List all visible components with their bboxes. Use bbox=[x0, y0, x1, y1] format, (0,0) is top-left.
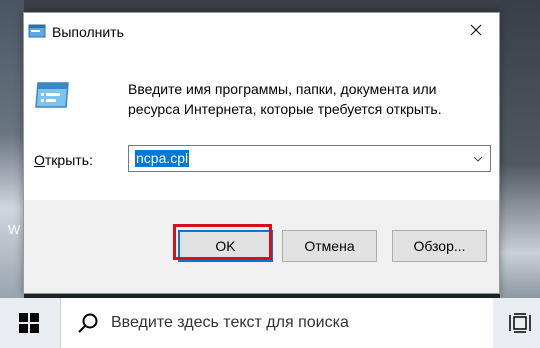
desktop-background-right bbox=[500, 0, 540, 298]
dialog-description: Введите имя программы, папки, документа … bbox=[128, 81, 442, 117]
open-input-value[interactable]: ncpa.cpl bbox=[135, 150, 190, 167]
browse-button[interactable]: Обзор... bbox=[392, 230, 487, 262]
chevron-down-icon bbox=[473, 156, 483, 162]
run-app-icon bbox=[28, 24, 46, 38]
close-icon bbox=[470, 24, 482, 36]
run-app-icon bbox=[35, 82, 69, 108]
windows-start-icon bbox=[19, 313, 39, 333]
start-button[interactable] bbox=[0, 298, 58, 348]
desktop-background-left bbox=[0, 0, 24, 298]
taskbar: Введите здесь текст для поиска bbox=[0, 298, 540, 348]
combobox-dropdown-button[interactable] bbox=[468, 146, 488, 171]
open-label-accelerator: О bbox=[34, 152, 45, 168]
close-button[interactable] bbox=[453, 13, 499, 47]
search-icon bbox=[78, 313, 98, 333]
desktop-partial-text: W bbox=[8, 222, 21, 237]
open-label: Открыть: bbox=[34, 152, 93, 168]
search-placeholder: Введите здесь текст для поиска bbox=[111, 314, 349, 331]
window-title: Выполнить bbox=[52, 24, 124, 40]
task-view-button[interactable] bbox=[500, 298, 540, 348]
title-bar[interactable]: Выполнить bbox=[24, 13, 499, 51]
ok-highlight-annotation bbox=[173, 224, 272, 260]
open-label-text: ткрыть: bbox=[44, 152, 93, 168]
cancel-button[interactable]: Отмена bbox=[282, 230, 377, 262]
open-combobox[interactable]: ncpa.cpl bbox=[128, 145, 491, 172]
taskbar-search-box[interactable]: Введите здесь текст для поиска bbox=[60, 298, 493, 348]
task-view-icon bbox=[509, 313, 531, 333]
